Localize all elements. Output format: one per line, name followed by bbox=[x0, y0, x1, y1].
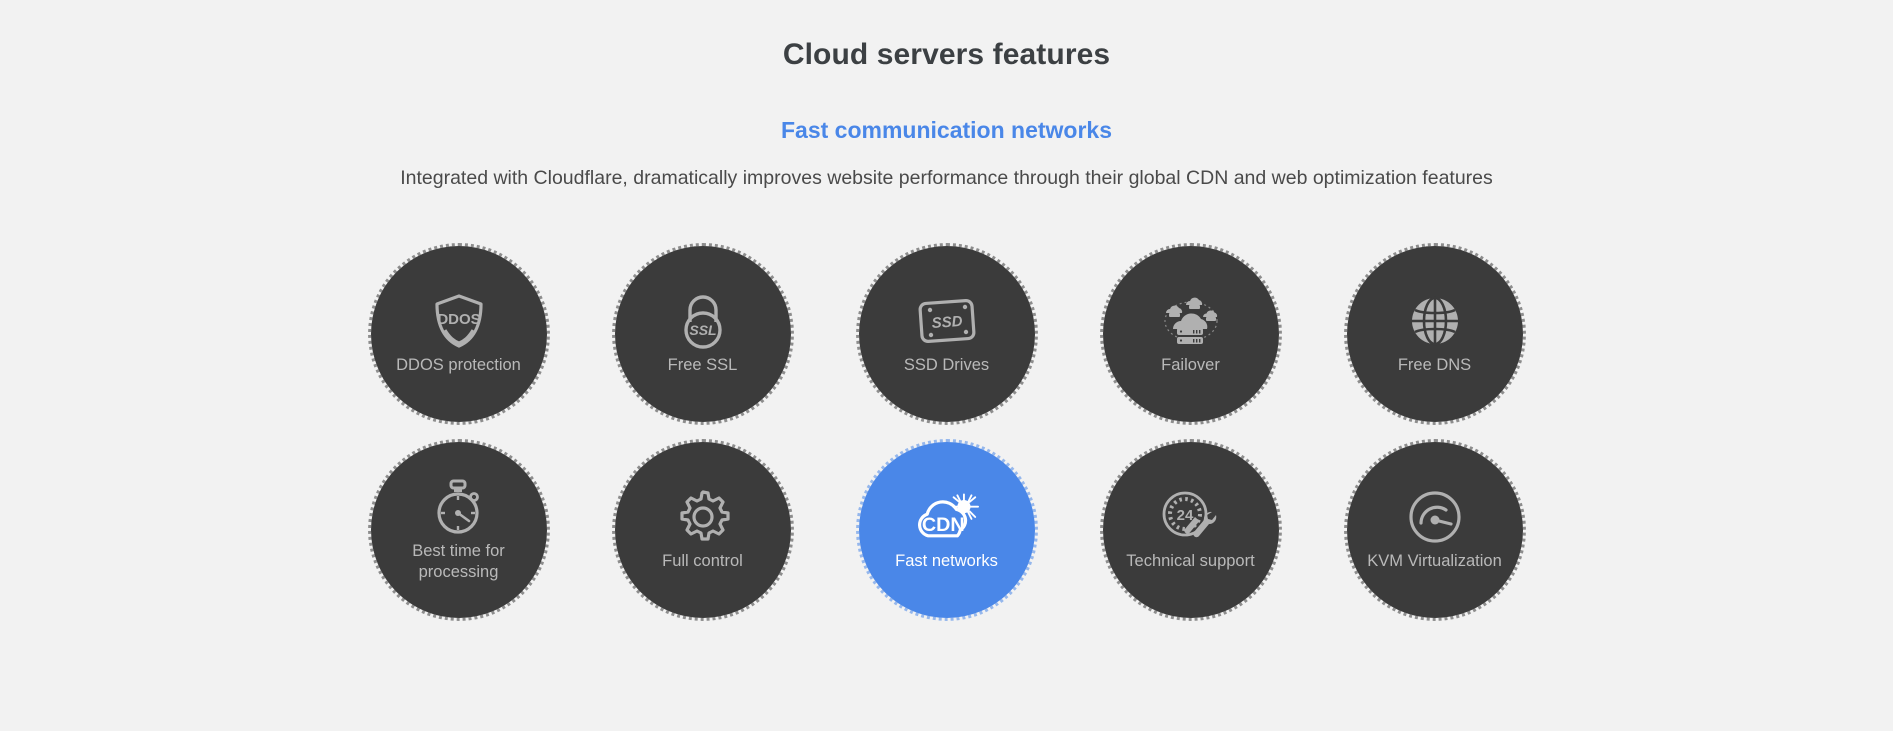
feature-label: Free SSL bbox=[667, 356, 738, 374]
feature-failover[interactable]: Failover bbox=[1099, 243, 1282, 425]
svg-text:SSD: SSD bbox=[931, 313, 963, 332]
feature-label: SSD Drives bbox=[903, 356, 990, 374]
feature-label: Technical support bbox=[1126, 552, 1255, 570]
padlock-ssl-icon: SSL bbox=[671, 292, 735, 350]
feature-label: Free DNS bbox=[1397, 356, 1472, 374]
features-grid: DDOS DDOS protection SSL Free SSL SSD SS… bbox=[0, 243, 1893, 621]
svg-text:SSL: SSL bbox=[689, 322, 716, 338]
feature-free-dns[interactable]: Free DNS bbox=[1343, 243, 1526, 425]
feature-free-ssl[interactable]: SSL Free SSL bbox=[611, 243, 794, 425]
feature-kvm-virtualization[interactable]: KVM Virtualization bbox=[1343, 439, 1526, 621]
page-header: Cloud servers features Fast communicatio… bbox=[0, 0, 1893, 194]
feature-best-time-for-processing[interactable]: Best time for processing bbox=[367, 439, 550, 621]
feature-label: DDOS protection bbox=[396, 356, 521, 374]
cloud-cdn-icon: CDN bbox=[915, 488, 979, 546]
features-row-1: DDOS DDOS protection SSL Free SSL SSD SS… bbox=[0, 243, 1893, 425]
feature-label: KVM Virtualization bbox=[1367, 552, 1502, 570]
cloud-servers-failover-icon bbox=[1159, 292, 1223, 350]
features-row-2: Best time for processing Full control CD… bbox=[0, 439, 1893, 621]
shield-ddos-icon: DDOS bbox=[427, 292, 491, 350]
feature-label: Failover bbox=[1161, 356, 1220, 374]
feature-fast-networks[interactable]: CDN Fast networks bbox=[855, 439, 1038, 621]
cloud-features-page: Cloud servers features Fast communicatio… bbox=[0, 0, 1893, 731]
stopwatch-icon bbox=[427, 478, 491, 536]
svg-text:DDOS: DDOS bbox=[437, 311, 480, 328]
feature-technical-support[interactable]: 24 Technical support bbox=[1099, 439, 1282, 621]
feature-full-control[interactable]: Full control bbox=[611, 439, 794, 621]
support-24-tools-icon: 24 bbox=[1159, 488, 1223, 546]
globe-icon bbox=[1403, 292, 1467, 350]
speedometer-icon bbox=[1403, 488, 1467, 546]
gear-icon bbox=[671, 488, 735, 546]
feature-label: Full control bbox=[662, 552, 743, 570]
svg-text:CDN: CDN bbox=[921, 514, 964, 536]
feature-ssd-drives[interactable]: SSD SSD Drives bbox=[855, 243, 1038, 425]
ssd-drive-icon: SSD bbox=[915, 292, 979, 350]
feature-label: Fast networks bbox=[895, 552, 998, 570]
section-subtitle: Fast communication networks bbox=[780, 117, 1112, 143]
section-description: Integrated with Cloudflare, dramatically… bbox=[400, 167, 1493, 189]
feature-ddos-protection[interactable]: DDOS DDOS protection bbox=[367, 243, 550, 425]
feature-label: Best time for processing bbox=[412, 541, 505, 581]
page-title: Cloud servers features bbox=[782, 38, 1111, 71]
